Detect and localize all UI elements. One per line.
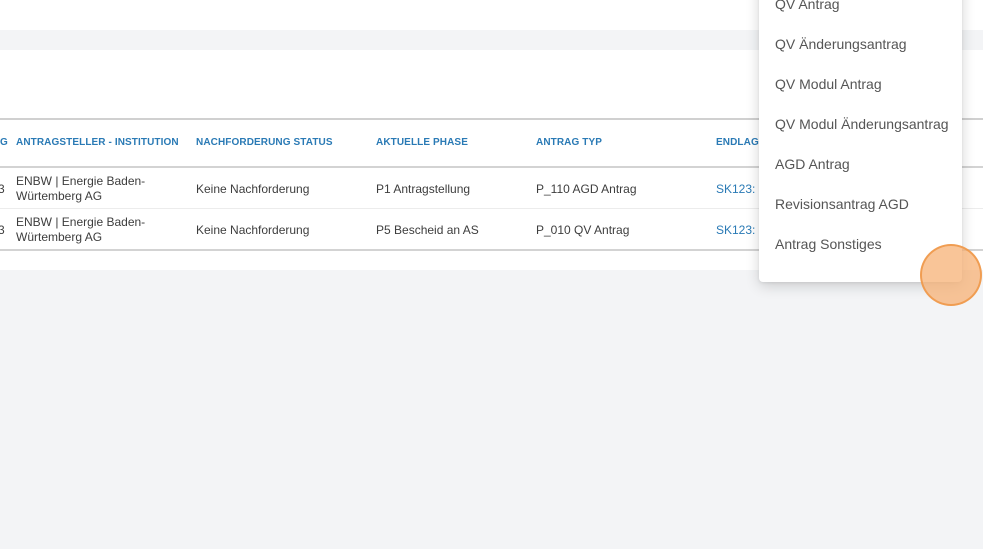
cell-institution: ENBW | Energie Baden-Würtemberg AG	[16, 174, 146, 203]
cell-truncated: 3	[0, 223, 5, 237]
col-header-institution[interactable]: ANTRAGSTELLER - INSTITUTION	[16, 137, 179, 148]
cell-phase: P1 Antragstellung	[376, 182, 471, 196]
click-indicator	[920, 244, 982, 306]
menu-item-qv-modul-antrag[interactable]: QV Modul Antrag	[775, 76, 882, 92]
cell-nachforderung: Keine Nachforderung	[196, 223, 310, 237]
menu-item-qv-aenderungsantrag[interactable]: QV Änderungsantrag	[775, 36, 907, 52]
menu-item-qv-modul-aenderungsantrag[interactable]: QV Modul Änderungsantrag	[775, 116, 949, 132]
cell-phase: P5 Bescheid an AS	[376, 223, 479, 237]
cell-institution: ENBW | Energie Baden-Würtemberg AG	[16, 215, 146, 244]
cell-typ: P_010 QV Antrag	[536, 223, 630, 237]
cell-truncated: 3	[0, 182, 5, 196]
col-header-truncated[interactable]: G	[0, 137, 8, 148]
menu-item-antrag-sonstiges[interactable]: Antrag Sonstiges	[775, 236, 882, 252]
menu-item-revisionsantrag-agd[interactable]: Revisionsantrag AGD	[775, 196, 909, 212]
cell-nachforderung: Keine Nachforderung	[196, 182, 310, 196]
antrag-type-dropdown-menu: QV Antrag QV Änderungsantrag QV Modul An…	[759, 0, 962, 282]
col-header-nachforderung[interactable]: NACHFORDERUNG STATUS	[196, 137, 333, 148]
menu-item-qv-antrag[interactable]: QV Antrag	[775, 0, 840, 12]
menu-item-agd-antrag[interactable]: AGD Antrag	[775, 156, 850, 172]
col-header-phase[interactable]: AKTUELLE PHASE	[376, 137, 468, 148]
col-header-typ[interactable]: ANTRAG TYP	[536, 137, 602, 148]
cell-typ: P_110 AGD Antrag	[536, 182, 637, 196]
